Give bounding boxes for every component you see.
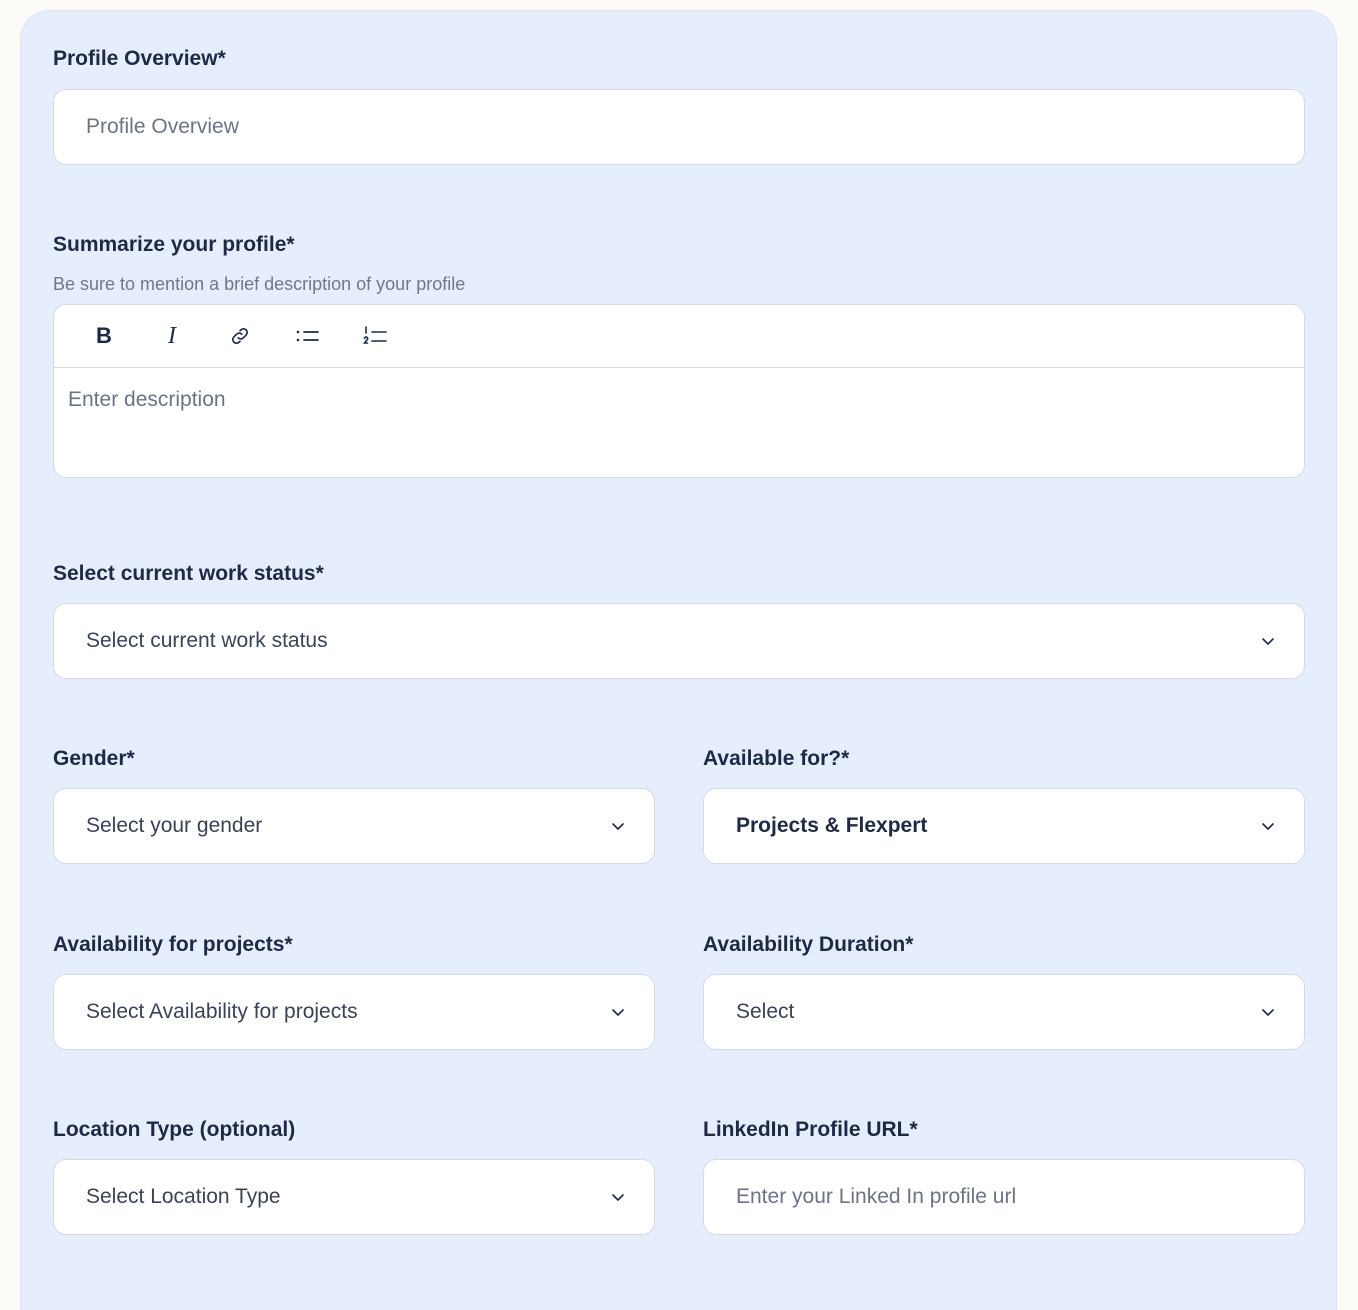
chevron-down-icon bbox=[612, 1009, 624, 1016]
availability-duration-value: Select bbox=[736, 1000, 795, 1023]
linkedin-label: LinkedIn Profile URL* bbox=[703, 1118, 918, 1141]
available-for-label: Available for?* bbox=[703, 747, 850, 770]
gender-label: Gender* bbox=[53, 747, 135, 770]
summary-label: Summarize your profile* bbox=[53, 233, 295, 256]
gender-select[interactable]: Select your gender bbox=[53, 788, 655, 864]
available-for-select[interactable]: Projects & Flexpert bbox=[703, 788, 1305, 864]
linkedin-url-input[interactable] bbox=[703, 1159, 1305, 1235]
location-type-value: Select Location Type bbox=[86, 1185, 281, 1208]
italic-button[interactable]: I bbox=[154, 318, 190, 354]
link-icon[interactable] bbox=[222, 318, 258, 354]
chevron-down-icon bbox=[1262, 1009, 1274, 1016]
bullet-list-icon[interactable] bbox=[290, 318, 326, 354]
availability-duration-select[interactable]: Select bbox=[703, 974, 1305, 1050]
profile-overview-label: Profile Overview* bbox=[53, 47, 226, 70]
location-type-label: Location Type (optional) bbox=[53, 1118, 296, 1141]
chevron-down-icon bbox=[1262, 823, 1274, 830]
numbered-list-icon[interactable] bbox=[358, 318, 394, 354]
work-status-value: Select current work status bbox=[86, 629, 328, 652]
bold-button[interactable]: B bbox=[86, 318, 122, 354]
work-status-label: Select current work status* bbox=[53, 562, 324, 585]
availability-projects-value: Select Availability for projects bbox=[86, 1000, 358, 1023]
chevron-down-icon bbox=[612, 1194, 624, 1201]
description-editor-area[interactable]: Enter description bbox=[54, 368, 1304, 477]
chevron-down-icon bbox=[612, 823, 624, 830]
profile-form-card: Profile Overview* Summarize your profile… bbox=[20, 10, 1337, 1310]
rich-text-editor: B I Enter description bbox=[53, 304, 1305, 478]
availability-duration-label: Availability Duration* bbox=[703, 933, 914, 956]
location-type-select[interactable]: Select Location Type bbox=[53, 1159, 655, 1235]
work-status-select[interactable]: Select current work status bbox=[53, 603, 1305, 679]
chevron-down-icon bbox=[1262, 638, 1274, 645]
gender-value: Select your gender bbox=[86, 814, 263, 837]
availability-projects-label: Availability for projects* bbox=[53, 933, 293, 956]
editor-toolbar: B I bbox=[54, 305, 1304, 368]
profile-overview-input[interactable] bbox=[53, 89, 1305, 165]
availability-projects-select[interactable]: Select Availability for projects bbox=[53, 974, 655, 1050]
available-for-value: Projects & Flexpert bbox=[736, 814, 928, 837]
summary-hint: Be sure to mention a brief description o… bbox=[53, 274, 466, 294]
